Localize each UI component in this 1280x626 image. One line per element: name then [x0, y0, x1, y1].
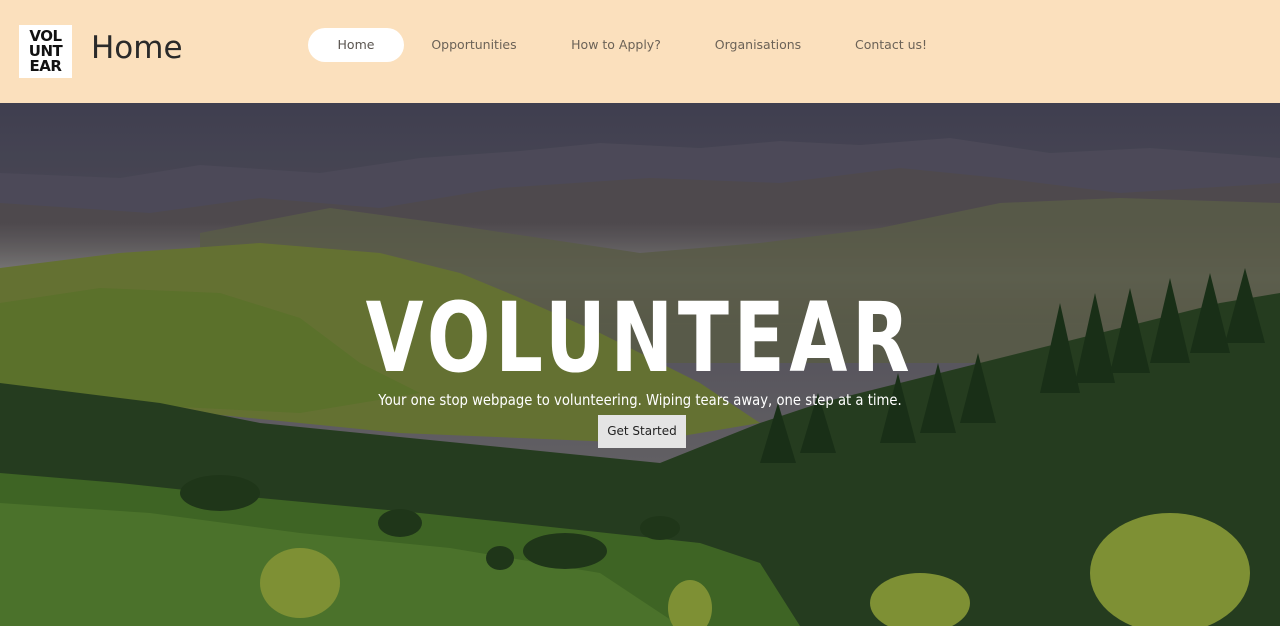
nav-item-organisations[interactable]: Organisations — [704, 28, 812, 62]
main-nav: Home Opportunities How to Apply? Organis… — [0, 0, 1280, 103]
get-started-button[interactable]: Get Started — [598, 415, 686, 448]
nav-item-contact[interactable]: Contact us! — [846, 28, 936, 62]
site-header: VOL UNT EAR Home Home Opportunities How … — [0, 0, 1280, 103]
nav-item-opportunities[interactable]: Opportunities — [420, 28, 528, 62]
hero-title: VOLUNTEAR — [365, 282, 915, 394]
hero-banner: VOLUNTEAR Your one stop webpage to volun… — [0, 103, 1280, 626]
hero-subtitle: Your one stop webpage to volunteering. W… — [378, 391, 902, 409]
nav-item-home[interactable]: Home — [308, 28, 404, 62]
nav-item-how-to-apply[interactable]: How to Apply? — [560, 28, 672, 62]
